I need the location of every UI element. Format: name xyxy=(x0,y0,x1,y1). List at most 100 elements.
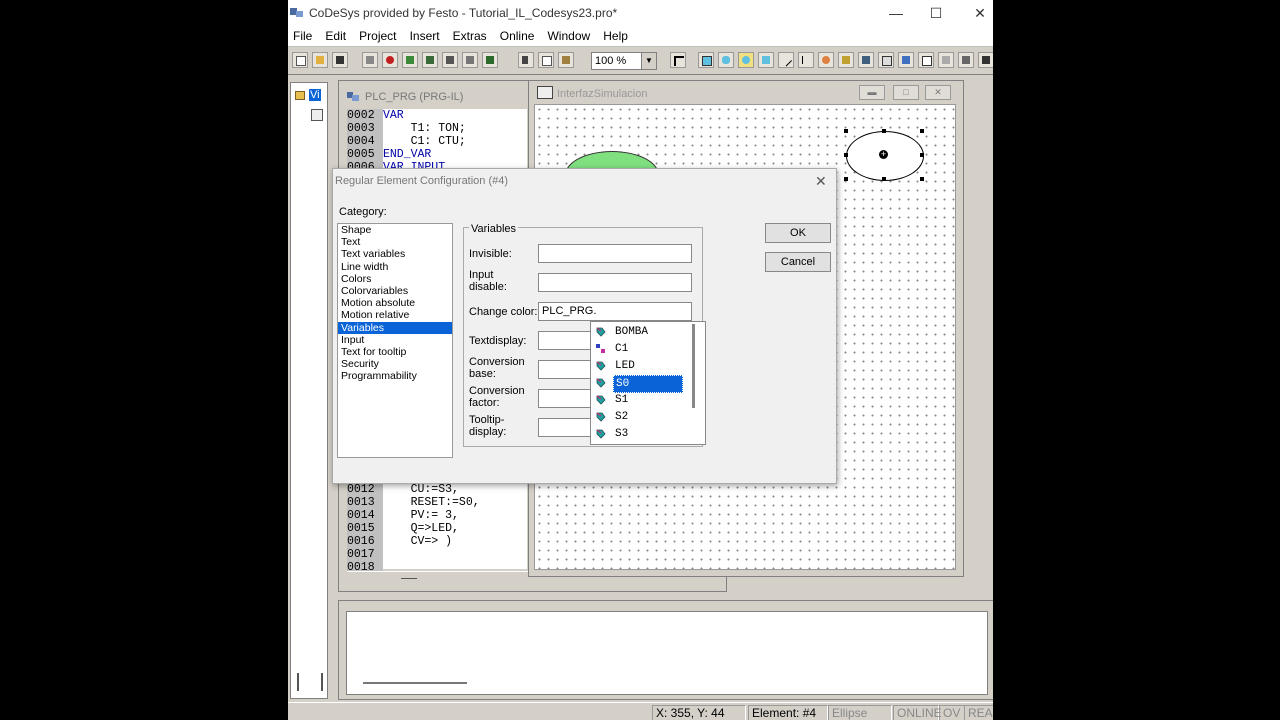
resize-handle[interactable] xyxy=(844,177,848,181)
logout-icon[interactable] xyxy=(422,52,438,68)
stop-icon[interactable] xyxy=(382,52,398,68)
minimize-icon[interactable]: ▬ xyxy=(859,85,885,100)
editor-title: PLC_PRG (PRG-IL) xyxy=(365,91,464,103)
organizer-tabs[interactable] xyxy=(297,673,323,691)
tooltip-display-field[interactable] xyxy=(538,418,594,437)
line-tool-icon[interactable] xyxy=(778,52,794,68)
trace-icon[interactable] xyxy=(462,52,478,68)
new-icon[interactable] xyxy=(292,52,308,68)
scroll-thumb[interactable] xyxy=(401,578,417,579)
visualization-tree-item[interactable]: Vi xyxy=(295,89,325,103)
cursor-coordinates: X: 355, Y: 44 xyxy=(652,705,746,720)
build-icon[interactable] xyxy=(362,52,378,68)
close-icon[interactable]: ✕ xyxy=(815,173,827,190)
category-item[interactable]: Motion relative xyxy=(338,309,452,321)
table-tool-icon[interactable] xyxy=(918,52,934,68)
variable-list-item[interactable]: C1 xyxy=(595,341,687,357)
rounded-rect-tool-icon[interactable] xyxy=(718,52,734,68)
resize-handle[interactable] xyxy=(882,129,886,133)
visualization-object-icon[interactable] xyxy=(311,109,323,121)
invisible-field[interactable] xyxy=(538,244,692,263)
copy-icon[interactable] xyxy=(538,52,554,68)
pie-tool-icon[interactable] xyxy=(818,52,834,68)
close-icon[interactable]: ✕ xyxy=(925,85,951,100)
code-text: C1: CTU; xyxy=(383,135,466,148)
resize-handle[interactable] xyxy=(844,153,848,157)
category-item[interactable]: Text for tooltip xyxy=(338,346,452,358)
zoom-select[interactable]: 100 % ▼ xyxy=(591,52,657,70)
save-icon[interactable] xyxy=(332,52,348,68)
textdisplay-field[interactable] xyxy=(538,331,594,350)
category-item[interactable]: Variables xyxy=(338,321,452,334)
rectangle-tool-icon[interactable] xyxy=(698,52,714,68)
category-item[interactable]: Line width xyxy=(338,261,452,273)
close-icon[interactable]: ✕ xyxy=(960,4,993,22)
maximize-icon[interactable]: ☐ xyxy=(916,4,956,22)
run-icon[interactable] xyxy=(482,52,498,68)
move-handle-icon[interactable]: + xyxy=(879,150,888,159)
category-item[interactable]: Shape xyxy=(338,224,452,236)
code-line: 0003 T1: TON; xyxy=(347,122,466,136)
category-item[interactable]: Motion absolute xyxy=(338,297,452,309)
cancel-button[interactable]: Cancel xyxy=(765,252,831,272)
category-item[interactable]: Colors xyxy=(338,273,452,285)
category-item[interactable]: Programmability xyxy=(338,370,452,382)
alarm-table-tool-icon[interactable] xyxy=(978,52,993,68)
minimize-icon[interactable]: — xyxy=(876,4,916,22)
category-item[interactable]: Text variables xyxy=(338,248,452,260)
category-item[interactable]: Security xyxy=(338,358,452,370)
cut-icon[interactable] xyxy=(518,52,534,68)
button-tool-icon[interactable] xyxy=(878,52,894,68)
conversion-base-field[interactable] xyxy=(538,360,594,379)
line-number: 0013 xyxy=(347,496,383,510)
bitmap-tool-icon[interactable] xyxy=(838,52,854,68)
message-area[interactable] xyxy=(346,611,988,695)
list-scrollbar[interactable] xyxy=(692,324,695,408)
resize-handle[interactable] xyxy=(882,177,886,181)
variable-list-item[interactable]: BOMBA xyxy=(595,324,687,340)
login-icon[interactable] xyxy=(402,52,418,68)
menu-online[interactable]: Online xyxy=(495,26,540,43)
resize-handle[interactable] xyxy=(920,129,924,133)
polygon-tool-icon[interactable] xyxy=(758,52,774,68)
variable-list-item[interactable]: S1 xyxy=(595,392,687,408)
curve-tool-icon[interactable] xyxy=(798,52,814,68)
menu-window[interactable]: Window xyxy=(542,26,595,43)
category-item[interactable]: Input xyxy=(338,334,452,346)
menu-insert[interactable]: Insert xyxy=(405,26,445,43)
menu-file[interactable]: File xyxy=(288,26,317,43)
variable-list-item[interactable]: S0 xyxy=(595,375,687,393)
horizontal-scrollbar[interactable] xyxy=(363,682,467,684)
menu-edit[interactable]: Edit xyxy=(320,26,351,43)
ellipse-tool-icon[interactable] xyxy=(738,52,754,68)
category-item[interactable]: Colorvariables xyxy=(338,285,452,297)
ok-button[interactable]: OK xyxy=(765,223,831,243)
resize-handle[interactable] xyxy=(920,153,924,157)
resize-handle[interactable] xyxy=(844,129,848,133)
select-pointer-icon[interactable] xyxy=(670,52,686,68)
category-item[interactable]: Text xyxy=(338,236,452,248)
change-color-field[interactable]: PLC_PRG. xyxy=(538,302,692,321)
status-ov: OV xyxy=(939,705,965,720)
menu-help[interactable]: Help xyxy=(598,26,633,43)
change-color-label: Change color: xyxy=(469,306,538,318)
menu-project[interactable]: Project xyxy=(354,26,401,43)
meter-tool-icon[interactable] xyxy=(938,52,954,68)
webbrowser-tool-icon[interactable] xyxy=(898,52,914,68)
variable-list-item[interactable]: S3 xyxy=(595,426,687,442)
variable-list-item[interactable]: S2 xyxy=(595,409,687,425)
visualization-tool-icon[interactable] xyxy=(858,52,874,68)
open-icon[interactable] xyxy=(312,52,328,68)
resize-handle[interactable] xyxy=(920,177,924,181)
category-list[interactable]: Shape Text Text variables Line width Colors C… xyxy=(337,223,453,458)
menu-extras[interactable]: Extras xyxy=(448,26,492,43)
restore-icon[interactable]: □ xyxy=(893,85,919,100)
step-icon[interactable] xyxy=(442,52,458,68)
variable-autocomplete-list[interactable]: BOMBA C1 LED S0 S1 S2 S3 xyxy=(590,321,706,445)
input-disable-field[interactable] xyxy=(538,273,692,292)
histogram-tool-icon[interactable] xyxy=(958,52,974,68)
conversion-factor-field[interactable] xyxy=(538,389,594,408)
paste-icon[interactable] xyxy=(558,52,574,68)
variable-list-item[interactable]: LED xyxy=(595,358,687,374)
line-number: 0005 xyxy=(347,148,383,162)
